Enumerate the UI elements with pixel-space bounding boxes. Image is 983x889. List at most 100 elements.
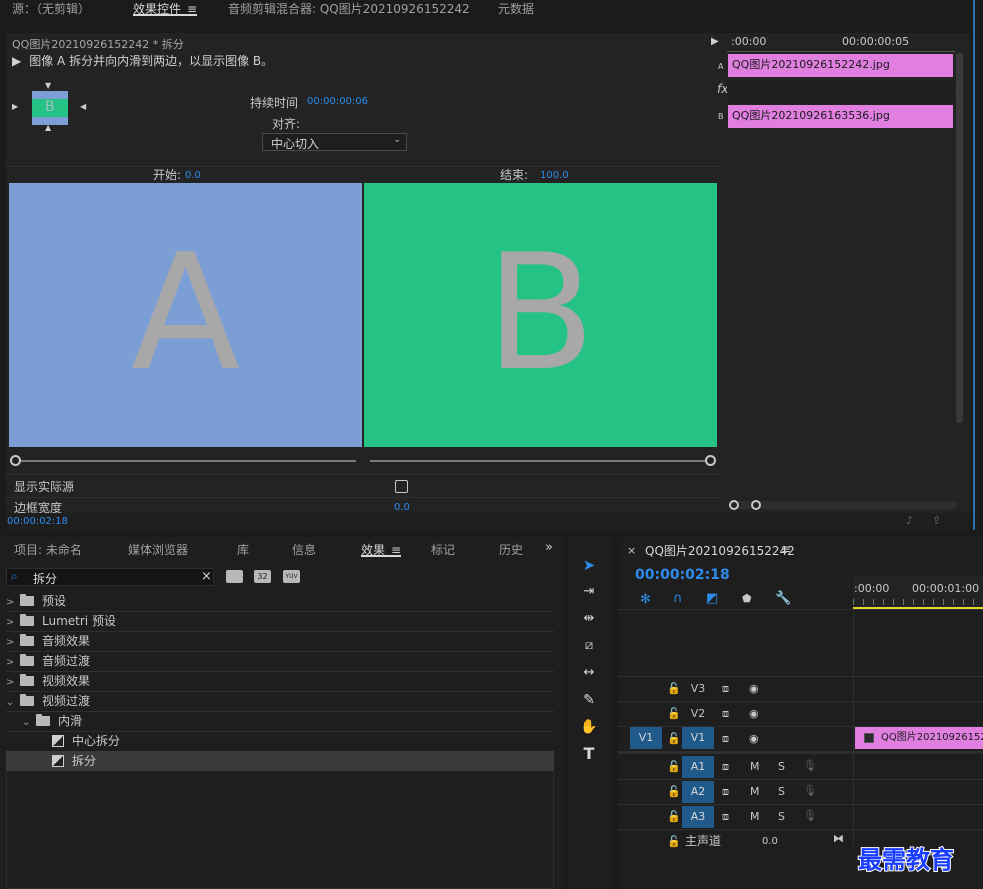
ripple-edit-tool-icon[interactable]: ⇹ — [575, 607, 603, 631]
sequence-title[interactable]: QQ图片20210926152242 — [645, 542, 795, 559]
type-tool-icon[interactable]: T — [575, 742, 603, 766]
selection-tool-icon[interactable]: ➤ — [575, 553, 603, 577]
sync-lock-icon[interactable]: ⧈ — [722, 760, 729, 774]
track-target-a3[interactable]: A3 — [682, 806, 714, 828]
tab-metadata[interactable]: 元数据 — [498, 0, 534, 18]
solo-button[interactable]: S — [778, 810, 785, 824]
mini-scroll-handle-right[interactable] — [751, 500, 761, 510]
tab-libraries[interactable]: 库 — [237, 541, 249, 559]
sequence-menu-icon[interactable]: ≡ — [781, 542, 791, 556]
track-target-v2[interactable]: V2 — [682, 703, 714, 725]
tab-info[interactable]: 信息 — [292, 541, 316, 559]
timeline-timecode[interactable]: 00:00:02:18 — [635, 567, 730, 583]
effects-menu-icon[interactable]: ≡ — [391, 543, 401, 557]
more-tabs-icon[interactable]: » — [545, 540, 553, 558]
tab-effect-controls[interactable]: 效果控件 ≡ — [133, 0, 198, 18]
timeline-clip-v1[interactable]: QQ图片20210926152242 — [855, 727, 983, 749]
chevron-right-icon[interactable]: > — [6, 653, 20, 673]
tab-project[interactable]: 项目: 未命名 — [14, 541, 82, 559]
start-slider-handle[interactable] — [10, 455, 21, 466]
master-volume-value[interactable]: 0.0 — [762, 835, 778, 849]
tree-item-center-split[interactable]: 中心拆分 — [6, 731, 554, 751]
audio-icon[interactable]: ♪ — [906, 514, 913, 527]
panel-menu-icon[interactable]: ≡ — [187, 2, 197, 16]
nest-toggle-icon[interactable]: ✻ — [640, 592, 651, 607]
wrench-icon[interactable]: 🔧 — [775, 591, 791, 606]
yuv-effects-icon[interactable]: YUV — [283, 570, 300, 583]
mic-icon[interactable]: 🎙 — [803, 759, 817, 773]
show-actual-sources-checkbox[interactable] — [395, 480, 408, 493]
sync-lock-icon[interactable]: ⧈ — [722, 707, 729, 721]
mini-scroll-handle-left[interactable] — [729, 500, 739, 510]
sync-lock-icon[interactable]: ⧈ — [722, 785, 729, 799]
tab-audio-mixer[interactable]: 音频剪辑混合器: QQ图片20210926152242 — [228, 0, 470, 18]
align-select[interactable]: 中心切入 ⌄ — [262, 133, 407, 151]
pen-tool-icon[interactable]: ✎ — [575, 688, 603, 712]
tree-item-audio-effects[interactable]: > 音频效果 — [6, 631, 554, 651]
eye-icon[interactable]: ◉ — [749, 732, 759, 746]
mini-vertical-scrollbar[interactable] — [956, 53, 963, 423]
tab-history[interactable]: 历史 — [499, 541, 525, 559]
mini-horizontal-scrollbar[interactable] — [729, 500, 957, 510]
expand-arrow-icon[interactable]: ▶ — [711, 36, 719, 47]
start-value[interactable]: 0.0 — [185, 170, 201, 181]
tree-item-audio-transitions[interactable]: > 音频过渡 — [6, 651, 554, 671]
tree-item-slide[interactable]: ⌄ 内滑 — [6, 711, 554, 731]
chevron-down-icon[interactable]: ⌄ — [6, 693, 20, 713]
source-patch-v1[interactable]: V1 — [630, 727, 662, 749]
duration-value[interactable]: 00:00:00:06 — [307, 96, 368, 107]
end-slider[interactable] — [370, 455, 716, 467]
tab-markers[interactable]: 标记 — [431, 541, 455, 559]
lock-icon[interactable]: 🔓 — [667, 732, 681, 746]
border-width-value[interactable]: 0.0 — [394, 502, 410, 513]
tree-item-split[interactable]: 拆分 — [6, 751, 554, 771]
clear-search-icon[interactable]: × — [201, 569, 212, 584]
effect-controls-timecode[interactable]: 00:00:02:18 — [7, 516, 68, 527]
sync-lock-icon[interactable]: ⧈ — [722, 810, 729, 824]
right-arrow-icon[interactable]: ◀ — [80, 102, 86, 111]
hand-tool-icon[interactable]: ✋ — [575, 715, 603, 739]
mini-clip-b[interactable]: QQ图片20210926163536.jpg — [728, 105, 953, 128]
tree-item-presets[interactable]: > 预设 — [6, 591, 554, 611]
sync-lock-icon[interactable]: ⧈ — [722, 682, 729, 696]
slip-tool-icon[interactable]: ↔ — [575, 661, 603, 685]
solo-button[interactable]: S — [778, 785, 785, 799]
timeline-ruler[interactable]: :00:00 00:00:01:00 — [853, 575, 983, 609]
mute-button[interactable]: M — [750, 760, 760, 774]
end-value[interactable]: 100.0 — [540, 170, 569, 181]
chevron-right-icon[interactable]: > — [6, 593, 20, 613]
track-target-a1[interactable]: A1 — [682, 756, 714, 778]
lock-icon[interactable]: 🔓 — [667, 835, 681, 849]
lock-icon[interactable]: 🔓 — [667, 810, 681, 824]
end-slider-handle[interactable] — [705, 455, 716, 466]
mute-button[interactable]: M — [750, 785, 760, 799]
eye-icon[interactable]: ◉ — [749, 682, 759, 696]
linked-selection-icon[interactable]: ◩ — [706, 591, 718, 606]
32bit-effects-icon[interactable]: 32 — [254, 570, 271, 583]
tree-item-video-effects[interactable]: > 视频效果 — [6, 671, 554, 691]
track-target-v3[interactable]: V3 — [682, 678, 714, 700]
chevron-right-icon[interactable]: > — [6, 633, 20, 653]
mic-icon[interactable]: 🎙 — [803, 784, 817, 798]
mic-icon[interactable]: 🎙 — [803, 809, 817, 823]
lock-icon[interactable]: 🔓 — [667, 785, 681, 799]
lock-icon[interactable]: 🔓 — [667, 682, 681, 696]
chevron-right-icon[interactable]: > — [6, 613, 20, 633]
razor-tool-icon[interactable]: ⧄ — [575, 634, 603, 658]
mute-button[interactable]: M — [750, 810, 760, 824]
track-target-a2[interactable]: A2 — [682, 781, 714, 803]
eye-icon[interactable]: ◉ — [749, 707, 759, 721]
tab-media-browser[interactable]: 媒体浏览器 — [128, 541, 188, 559]
snap-icon[interactable]: ∩ — [673, 591, 683, 606]
left-arrow-icon[interactable]: ▶ — [12, 102, 18, 111]
accelerated-effects-icon[interactable] — [226, 570, 243, 583]
solo-button[interactable]: S — [778, 760, 785, 774]
lock-icon[interactable]: 🔓 — [667, 707, 681, 721]
chevron-down-icon[interactable]: ⌄ — [22, 713, 36, 733]
sync-lock-icon[interactable]: ⧈ — [722, 732, 729, 746]
add-marker-icon[interactable]: ⬟ — [742, 592, 752, 605]
go-to-point-icon[interactable]: ⧓ — [833, 832, 844, 846]
tree-item-video-transitions[interactable]: ⌄ 视频过渡 — [6, 691, 554, 711]
export-icon[interactable]: ⇪ — [932, 514, 941, 527]
top-arrow-icon[interactable]: ▼ — [45, 81, 51, 90]
